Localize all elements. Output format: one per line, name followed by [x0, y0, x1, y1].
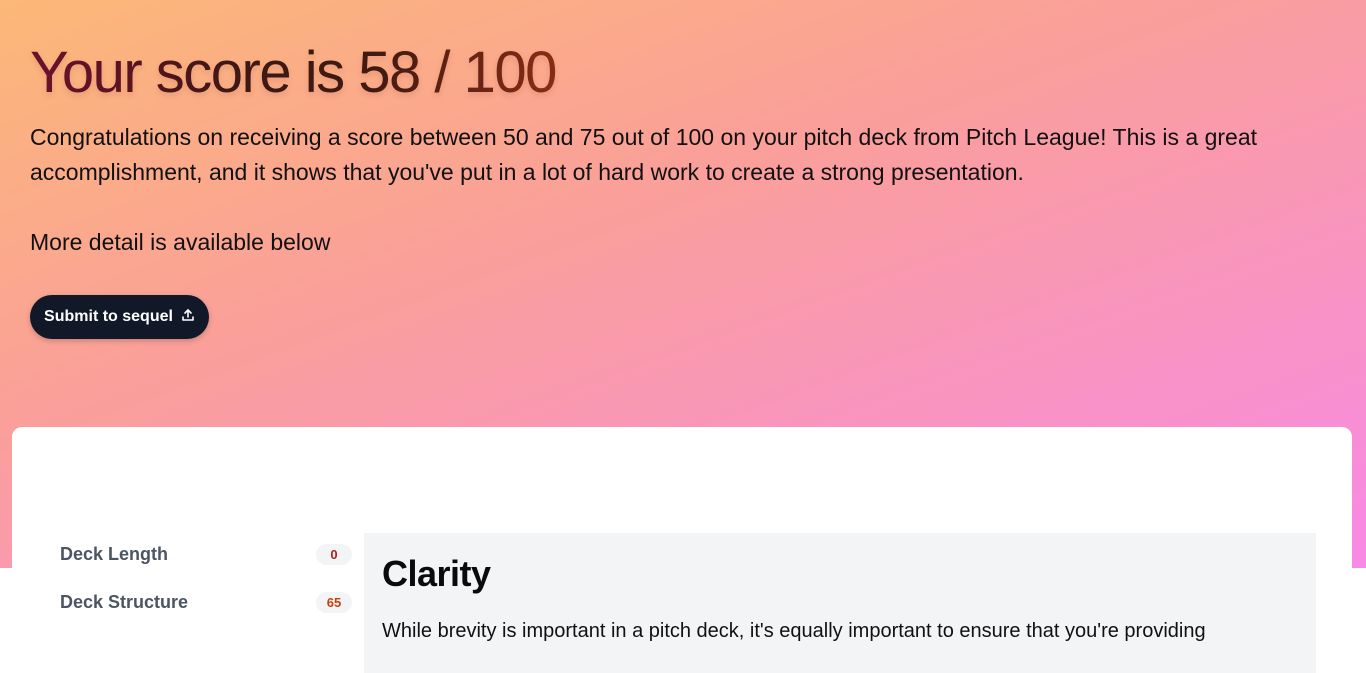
sidebar-item-label: Deck Structure	[60, 591, 189, 612]
upload-icon	[181, 308, 195, 327]
section-title: Clarity	[382, 553, 491, 594]
details-card: Deck Length 0 Deck Structure 65 Clarity …	[12, 427, 1352, 673]
score-intro-text: Congratulations on receiving a score bet…	[30, 124, 1257, 185]
sidebar-item-deck-length[interactable]: Deck Length 0	[60, 538, 352, 570]
sidebar-item-deck-structure[interactable]: Deck Structure 65	[60, 586, 352, 618]
sidebar-item-label: Deck Length	[60, 543, 169, 564]
submit-to-sequel-button[interactable]: Submit to sequel	[30, 295, 209, 339]
submit-button-label: Submit to sequel	[44, 308, 173, 325]
score-badge: 65	[316, 591, 352, 613]
more-detail-text: More detail is available below	[30, 229, 331, 255]
section-text: While brevity is important in a pitch de…	[382, 620, 1206, 642]
section-panel: Clarity While brevity is important in a …	[364, 533, 1316, 673]
score-title: Your score is 58 / 100	[30, 38, 557, 108]
score-badge: 0	[316, 543, 352, 565]
